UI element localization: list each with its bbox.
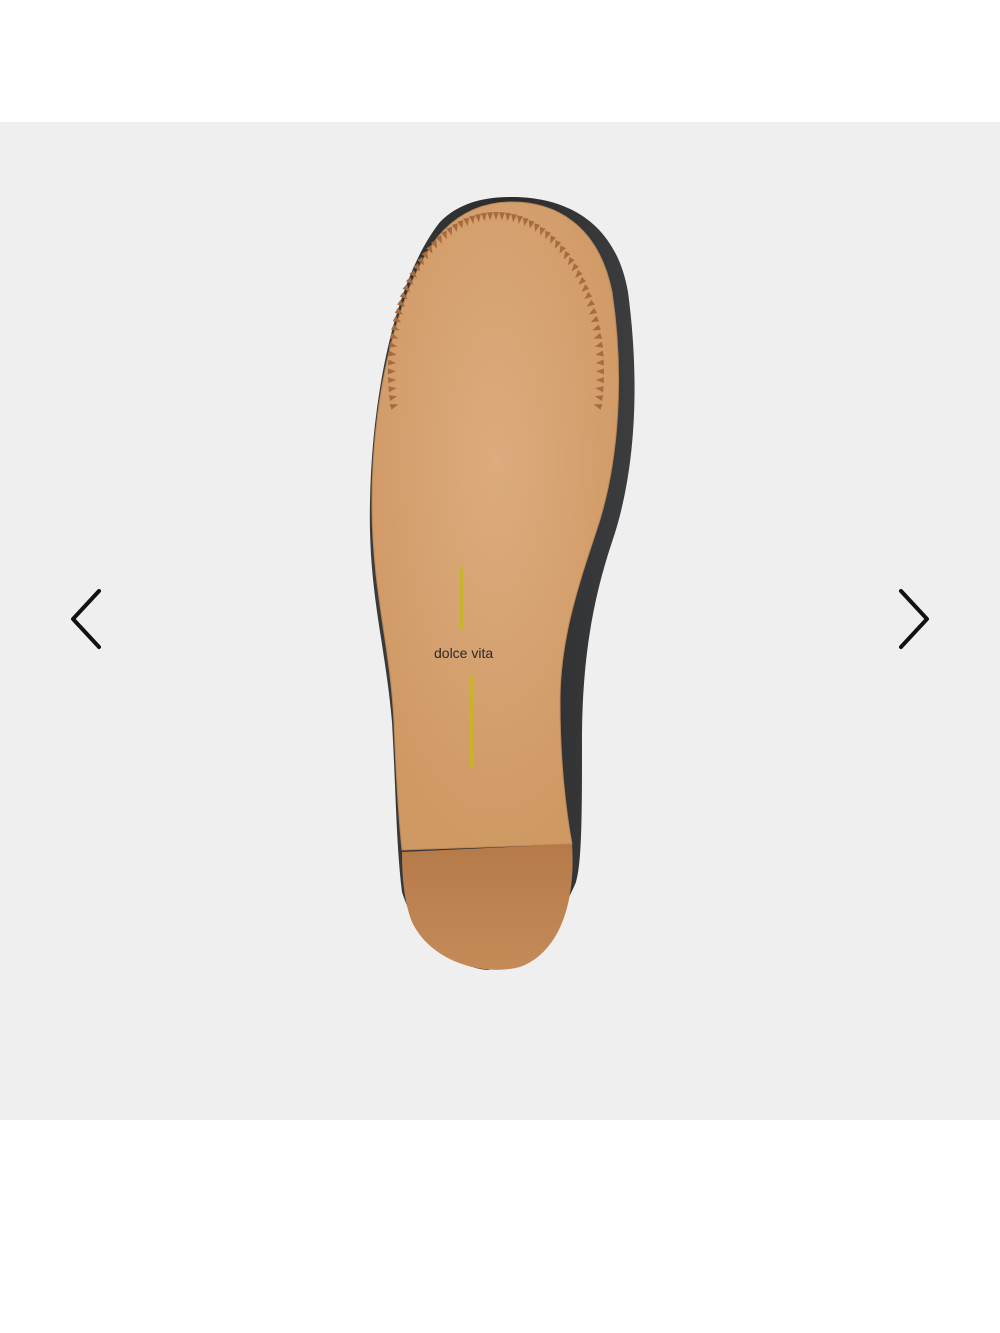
logo-mark-bottom xyxy=(470,676,473,768)
product-image: /* placeholder to keep markup valid */ d… xyxy=(369,197,635,970)
next-image-button[interactable] xyxy=(888,584,938,654)
brand-label: dolce vita xyxy=(434,645,493,661)
product-image-gallery: /* placeholder to keep markup valid */ d… xyxy=(0,122,1000,1120)
product-page: /* placeholder to keep markup valid */ d… xyxy=(0,0,1000,1333)
chevron-right-icon xyxy=(899,589,929,649)
shoe-heel xyxy=(402,844,573,970)
logo-mark-top xyxy=(460,568,463,630)
previous-image-button[interactable] xyxy=(62,584,112,654)
chevron-left-icon xyxy=(71,589,101,649)
